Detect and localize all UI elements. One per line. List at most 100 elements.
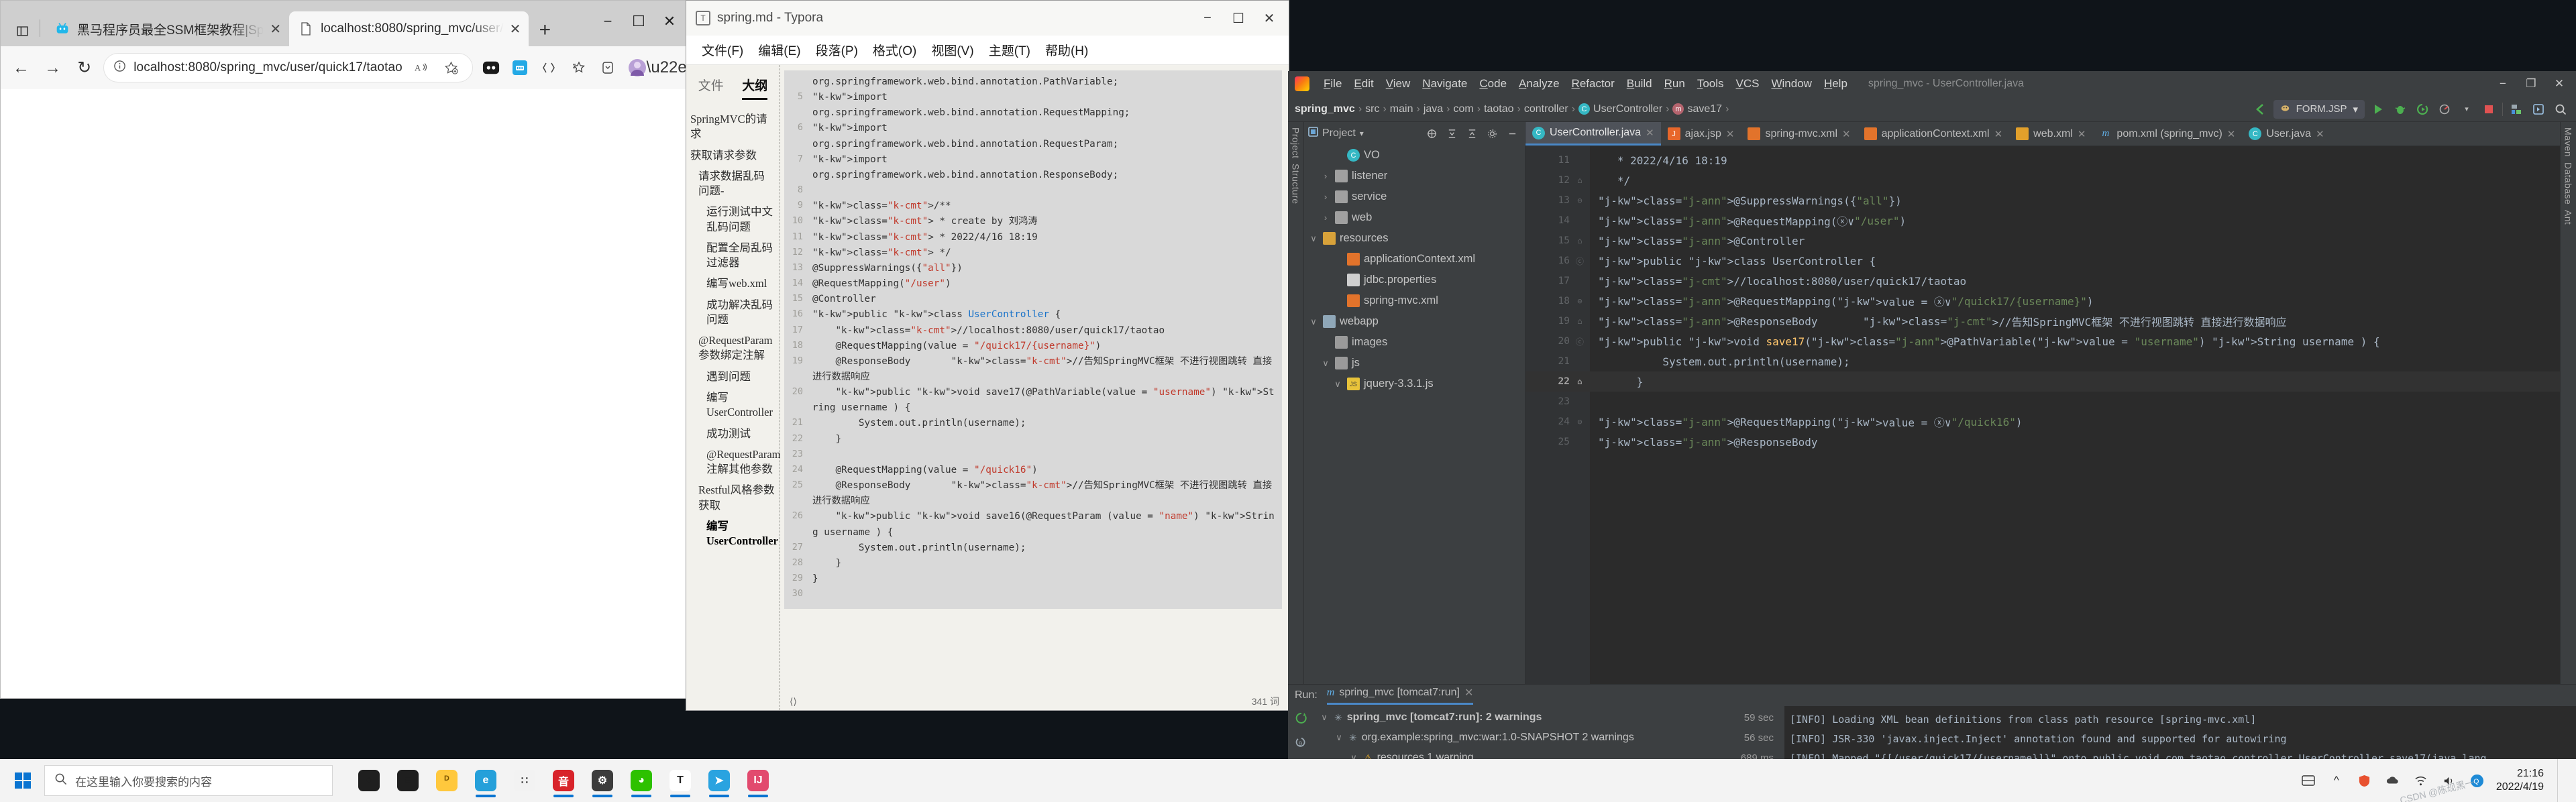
run-tree-row-1[interactable]: ∨ ✳ org.example:spring_mvc:war:1.0-SNAPSHO… bbox=[1316, 728, 1779, 748]
outline-item-13[interactable]: 编写UserController bbox=[689, 519, 778, 549]
rerun-failed-icon[interactable]: 9 bbox=[1293, 735, 1309, 751]
onedrive-icon[interactable] bbox=[2383, 771, 2402, 790]
settings-gear-icon[interactable] bbox=[1483, 125, 1501, 142]
select-opened-file-icon[interactable] bbox=[1423, 125, 1440, 142]
taskbar-search-input[interactable]: 在这里输入你要搜索的内容 bbox=[44, 765, 333, 796]
back-arrow-icon[interactable] bbox=[2251, 101, 2269, 118]
browser-essentials-icon[interactable] bbox=[597, 55, 620, 80]
editor-tab-applicationcontext-xml[interactable]: applicationContext.xml ✕ bbox=[1858, 122, 2010, 146]
typora-menu-item-1[interactable]: 编辑(E) bbox=[751, 38, 808, 62]
idea-menu-item-view[interactable]: View bbox=[1380, 75, 1417, 93]
address-bar[interactable]: localhost:8080/spring_mvc/user/quick17/t… bbox=[103, 53, 473, 82]
run-console-output[interactable]: [INFO] Loading XML bean definitions from… bbox=[1784, 706, 2576, 759]
tool-strip-structure[interactable]: Structure bbox=[1291, 164, 1301, 204]
stop-icon[interactable] bbox=[2480, 101, 2498, 118]
idea-menu-item-build[interactable]: Build bbox=[1621, 75, 1658, 93]
twisty-icon[interactable]: › bbox=[1320, 171, 1331, 181]
taskbar-app-netease-music[interactable]: 音 bbox=[547, 763, 580, 798]
breadcrumb-item-6[interactable]: controller bbox=[1524, 103, 1568, 115]
code-editor[interactable]: 11 12 ⌂ 13 ⊖ 14 15 ⌂ 16 ⓒ 17 18 ⊖ 19 ⌂ 20 ⓒ 21 22 ⌂ 23 24 ⊖ 25 … bbox=[1525, 146, 2560, 684]
split-screen-icon[interactable] bbox=[538, 55, 561, 80]
tree-row-jquery-3-3-1-js[interactable]: ∨ JS jquery-3.3.1.js bbox=[1304, 374, 1525, 394]
editor-tab-user-java[interactable]: C User.java ✕ bbox=[2242, 122, 2330, 146]
tree-row-service[interactable]: › service bbox=[1304, 186, 1525, 207]
gutter-marker-icon[interactable]: ⓒ bbox=[1574, 255, 1586, 267]
profile-avatar[interactable] bbox=[626, 55, 649, 80]
ime-icon[interactable] bbox=[2299, 771, 2318, 790]
rerun-icon[interactable] bbox=[1293, 710, 1309, 726]
info-icon[interactable] bbox=[113, 60, 126, 76]
breadcrumb-item-3[interactable]: java bbox=[1424, 103, 1443, 115]
editor-tab-ajax-jsp[interactable]: Jajax.jsp ✕ bbox=[1661, 122, 1741, 146]
typora-sidebar-tab-0[interactable]: 文件 bbox=[698, 76, 724, 100]
close-icon[interactable]: ✕ bbox=[1726, 128, 1735, 140]
gutter-marker-icon[interactable]: ⌂ bbox=[1574, 377, 1586, 386]
taskbar-app-edge[interactable]: e bbox=[470, 763, 502, 798]
close-icon[interactable]: ✕ bbox=[1994, 128, 2003, 140]
typora-document[interactable]: org.springframework.web.bind.annotation.… bbox=[780, 65, 1289, 710]
twisty-icon[interactable]: › bbox=[1320, 213, 1331, 223]
build-icon[interactable] bbox=[2508, 101, 2525, 118]
tool-strip-project[interactable]: Project bbox=[1291, 127, 1301, 158]
breadcrumb-item-8[interactable]: save17 bbox=[1687, 103, 1722, 115]
tree-row-web[interactable]: › web bbox=[1304, 207, 1525, 228]
idea-menu-item-navigate[interactable]: Navigate bbox=[1416, 75, 1473, 93]
typora-menu-item-3[interactable]: 格式(O) bbox=[865, 38, 924, 62]
editor-tab-pom-xml--spring-mvc-[interactable]: m pom.xml (spring_mvc) ✕ bbox=[2092, 122, 2242, 146]
tool-strip-database[interactable]: Database bbox=[2563, 162, 2574, 205]
taskbar-app-task-view[interactable]: ≡ bbox=[392, 763, 424, 798]
outline-item-8[interactable]: 遇到问题 bbox=[689, 369, 775, 384]
close-button[interactable]: ✕ bbox=[654, 9, 685, 34]
gutter-marker-icon[interactable]: ⌂ bbox=[1574, 236, 1586, 245]
typora-menu-item-2[interactable]: 段落(P) bbox=[808, 38, 865, 62]
reload-icon[interactable]: ↻ bbox=[72, 53, 97, 82]
twisty-icon[interactable]: ∨ bbox=[1319, 712, 1330, 723]
tool-strip-maven[interactable]: Maven bbox=[2563, 127, 2574, 157]
tree-row-listener[interactable]: › listener bbox=[1304, 166, 1525, 186]
run-configuration-selector[interactable]: FORM.JSP ▾ bbox=[2273, 99, 2365, 119]
close-button[interactable]: ✕ bbox=[1254, 6, 1285, 30]
taskbar-clock[interactable]: 21:16 2022/4/19 bbox=[2496, 767, 2548, 794]
minimize-button[interactable]: − bbox=[2489, 74, 2517, 94]
breadcrumb-item-4[interactable]: com bbox=[1454, 103, 1474, 115]
close-icon[interactable]: ✕ bbox=[1464, 686, 1473, 699]
favorites-add-icon[interactable] bbox=[440, 56, 463, 79]
outline-item-5[interactable]: 编写web.xml bbox=[689, 276, 775, 291]
minimize-button[interactable]: − bbox=[1192, 6, 1223, 30]
breadcrumb-item-1[interactable]: src bbox=[1365, 103, 1379, 115]
breadcrumb-item-7[interactable]: UserController bbox=[1593, 103, 1662, 115]
editor-code[interactable]: * 2022/4/16 18:19 */ "j-kw" >class= "j-ann… bbox=[1590, 146, 2560, 684]
idea-menu-item-code[interactable]: Code bbox=[1473, 75, 1513, 93]
idea-menu-item-tools[interactable]: Tools bbox=[1691, 75, 1730, 93]
bilibili-extension-icon[interactable] bbox=[509, 55, 532, 80]
outline-item-9[interactable]: 编写UserController bbox=[689, 390, 775, 420]
editor-tab-web-xml[interactable]: web.xml ✕ bbox=[2009, 122, 2092, 146]
taskbar-app-wechat[interactable]: ◕ bbox=[625, 763, 657, 798]
tree-row-resources[interactable]: ∨ resources bbox=[1304, 228, 1525, 249]
chevron-down-icon[interactable]: ▾ bbox=[2458, 101, 2475, 118]
typora-menu-item-5[interactable]: 主题(T) bbox=[981, 38, 1038, 62]
breadcrumb-item-0[interactable]: spring_mvc bbox=[1295, 103, 1355, 115]
breadcrumb-item-5[interactable]: taotao bbox=[1484, 103, 1513, 115]
twisty-icon[interactable]: ∨ bbox=[1308, 317, 1319, 327]
outline-item-6[interactable]: 成功解决乱码问题 bbox=[689, 298, 775, 328]
collapse-all-icon[interactable] bbox=[1463, 125, 1481, 142]
gutter-marker-icon[interactable]: ⓒ bbox=[1574, 336, 1586, 347]
taskbar-app-settings-gear[interactable]: ⚙ bbox=[586, 763, 619, 798]
tab-list-icon[interactable] bbox=[10, 21, 34, 41]
back-icon[interactable]: ← bbox=[9, 53, 34, 82]
more-icon[interactable]: \u22ef bbox=[647, 55, 690, 80]
tree-row-jdbc-properties[interactable]: jdbc.properties bbox=[1304, 270, 1525, 290]
idea-menu-item-help[interactable]: Help bbox=[1818, 75, 1854, 93]
run-config-tab[interactable]: m spring_mvc [tomcat7:run] ✕ bbox=[1326, 686, 1474, 705]
tree-row-js[interactable]: ∨ js bbox=[1304, 353, 1525, 374]
run-icon[interactable] bbox=[2369, 101, 2387, 118]
twisty-icon[interactable]: ∨ bbox=[1334, 732, 1344, 743]
outline-item-0[interactable]: SpringMVC的请求 bbox=[689, 112, 775, 142]
restore-button[interactable]: ❐ bbox=[2517, 74, 2545, 94]
expand-all-icon[interactable] bbox=[1443, 125, 1460, 142]
outline-item-4[interactable]: 配置全局乱码过滤器 bbox=[689, 241, 775, 271]
twisty-icon[interactable]: ∨ bbox=[1332, 379, 1343, 390]
close-icon[interactable]: ✕ bbox=[270, 21, 281, 38]
outline-toggle-icon[interactable]: ⟨⟩ bbox=[790, 696, 797, 707]
